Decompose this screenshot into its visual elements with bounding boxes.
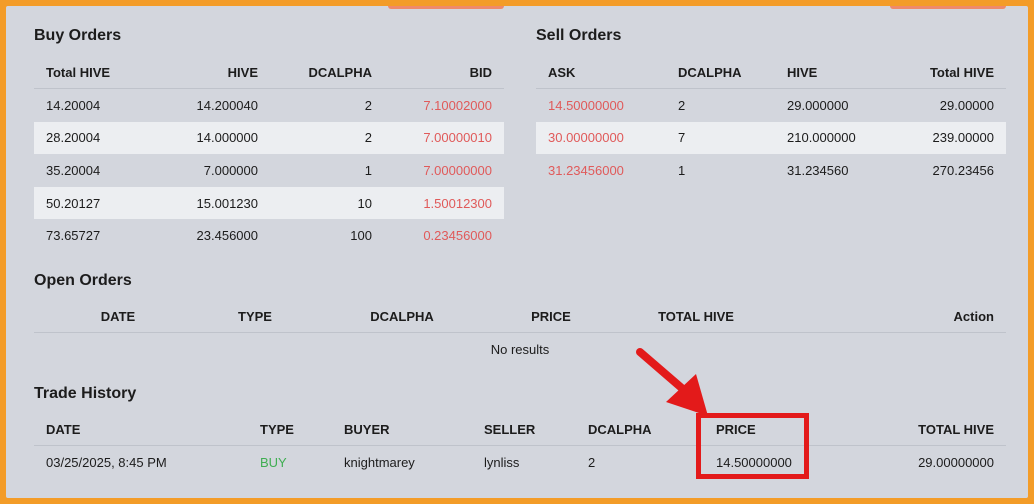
trade-history-header-row: DATE TYPE BUYER SELLER DCALPHA PRICE TOT… bbox=[34, 413, 1006, 446]
column-header[interactable]: HIVE bbox=[775, 56, 887, 89]
table-row[interactable]: 35.20004 7.000000 1 7.00000000 bbox=[34, 154, 504, 187]
table-row[interactable]: 14.50000000 2 29.000000 29.00000 bbox=[536, 89, 1006, 122]
column-header[interactable]: DCALPHA bbox=[308, 300, 496, 333]
dcalpha-cell: 2 bbox=[270, 121, 384, 155]
dcalpha-cell: 2 bbox=[678, 97, 686, 113]
hive-cell: 7.000000 bbox=[203, 162, 258, 178]
open-orders-title: Open Orders bbox=[34, 272, 132, 289]
bid-cell: 0.23456000 bbox=[423, 228, 492, 244]
hive-cell: 15.001230 bbox=[152, 186, 270, 220]
column-header[interactable]: HIVE bbox=[152, 56, 270, 89]
seller-cell: lynliss bbox=[484, 454, 520, 470]
bid-cell: 7.00000010 bbox=[384, 121, 504, 155]
bid-cell: 1.50012300 bbox=[384, 186, 504, 220]
buy-orders-title: Buy Orders bbox=[34, 27, 122, 44]
date-cell: 03/25/2025, 8:45 PM bbox=[46, 454, 167, 470]
column-header[interactable]: Action bbox=[786, 300, 1006, 333]
dcalpha-cell: 2 bbox=[364, 97, 372, 113]
total-hive-cell: 270.23456 bbox=[932, 162, 994, 178]
ask-cell: 30.00000000 bbox=[536, 121, 666, 155]
total-hive-cell: 29.00000000 bbox=[918, 454, 994, 470]
column-header[interactable]: DCALPHA bbox=[666, 56, 775, 89]
hive-cell: 14.200040 bbox=[196, 97, 258, 113]
tab-indicator-left bbox=[388, 6, 504, 9]
column-header[interactable]: BID bbox=[384, 56, 504, 89]
column-header[interactable]: Total HIVE bbox=[887, 56, 1006, 89]
price-cell: 14.50000000 bbox=[716, 454, 792, 470]
dcalpha-cell: 1 bbox=[364, 162, 372, 178]
trade-history-title: Trade History bbox=[34, 385, 137, 402]
column-header[interactable]: TOTAL HIVE bbox=[854, 413, 1006, 446]
type-cell: BUY bbox=[260, 454, 287, 470]
buyer-cell: knightmarey bbox=[344, 454, 415, 470]
table-row[interactable]: 73.65727 23.456000 100 0.23456000 bbox=[34, 219, 504, 252]
annotation-arrow-icon bbox=[636, 348, 708, 416]
tab-indicator-right bbox=[890, 6, 1006, 9]
column-header[interactable]: TYPE bbox=[248, 413, 332, 446]
column-header[interactable]: DATE bbox=[34, 413, 248, 446]
column-header[interactable]: TOTAL HIVE bbox=[606, 300, 786, 333]
total-hive-cell: 50.20127 bbox=[34, 186, 152, 220]
no-results-text: No results bbox=[490, 341, 550, 357]
dcalpha-cell: 7 bbox=[666, 121, 775, 155]
total-hive-cell: 14.20004 bbox=[46, 97, 101, 113]
ask-cell: 31.23456000 bbox=[548, 162, 624, 178]
hive-cell: 210.000000 bbox=[775, 121, 887, 155]
dcalpha-cell: 1 bbox=[678, 162, 686, 178]
hive-cell: 23.456000 bbox=[196, 228, 258, 244]
empty-row: No results bbox=[34, 333, 1006, 366]
table-row[interactable]: 28.20004 14.000000 2 7.00000010 bbox=[34, 121, 504, 155]
column-header[interactable]: DATE bbox=[34, 300, 202, 333]
column-header[interactable]: BUYER bbox=[332, 413, 472, 446]
total-hive-cell: 239.00000 bbox=[887, 121, 1006, 155]
sell-orders-title: Sell Orders bbox=[536, 27, 622, 44]
column-header[interactable]: PRICE bbox=[496, 300, 606, 333]
bid-cell: 7.00000000 bbox=[423, 162, 492, 178]
hive-cell: 14.000000 bbox=[152, 121, 270, 155]
column-header[interactable]: PRICE bbox=[704, 413, 854, 446]
column-header[interactable]: TYPE bbox=[202, 300, 308, 333]
column-header[interactable]: SELLER bbox=[472, 413, 576, 446]
order-book-panel: Buy Orders Total HIVE HIVE DCALPHA BID 1… bbox=[6, 6, 1028, 498]
sell-orders-table: ASK DCALPHA HIVE Total HIVE 14.50000000 … bbox=[536, 56, 1006, 187]
hive-cell: 29.000000 bbox=[787, 97, 849, 113]
table-row[interactable]: 03/25/2025, 8:45 PM BUY knightmarey lynl… bbox=[34, 446, 1006, 479]
column-header[interactable]: DCALPHA bbox=[270, 56, 384, 89]
open-orders-table: DATE TYPE DCALPHA PRICE TOTAL HIVE Actio… bbox=[34, 300, 1006, 365]
open-orders-header-row: DATE TYPE DCALPHA PRICE TOTAL HIVE Actio… bbox=[34, 300, 1006, 333]
ask-cell: 14.50000000 bbox=[548, 97, 624, 113]
table-row[interactable]: 31.23456000 1 31.234560 270.23456 bbox=[536, 154, 1006, 187]
table-row[interactable]: 50.20127 15.001230 10 1.50012300 bbox=[34, 186, 504, 220]
hive-cell: 31.234560 bbox=[787, 162, 849, 178]
total-hive-cell: 73.65727 bbox=[46, 228, 101, 244]
trade-history-table: DATE TYPE BUYER SELLER DCALPHA PRICE TOT… bbox=[34, 413, 1006, 479]
bid-cell: 7.10002000 bbox=[423, 97, 492, 113]
buy-orders-header-row: Total HIVE HIVE DCALPHA BID bbox=[34, 56, 504, 89]
table-row[interactable]: 30.00000000 7 210.000000 239.00000 bbox=[536, 121, 1006, 155]
column-header[interactable]: ASK bbox=[536, 56, 666, 89]
buy-orders-table: Total HIVE HIVE DCALPHA BID 14.20004 14.… bbox=[34, 56, 504, 252]
table-row[interactable]: 14.20004 14.200040 2 7.10002000 bbox=[34, 89, 504, 122]
dcalpha-cell: 10 bbox=[270, 186, 384, 220]
dcalpha-cell: 2 bbox=[588, 454, 596, 470]
total-hive-cell: 28.20004 bbox=[34, 121, 152, 155]
dcalpha-cell: 100 bbox=[350, 228, 372, 244]
sell-orders-header-row: ASK DCALPHA HIVE Total HIVE bbox=[536, 56, 1006, 89]
total-hive-cell: 35.20004 bbox=[46, 162, 101, 178]
total-hive-cell: 29.00000 bbox=[939, 97, 994, 113]
column-header[interactable]: Total HIVE bbox=[34, 56, 152, 89]
